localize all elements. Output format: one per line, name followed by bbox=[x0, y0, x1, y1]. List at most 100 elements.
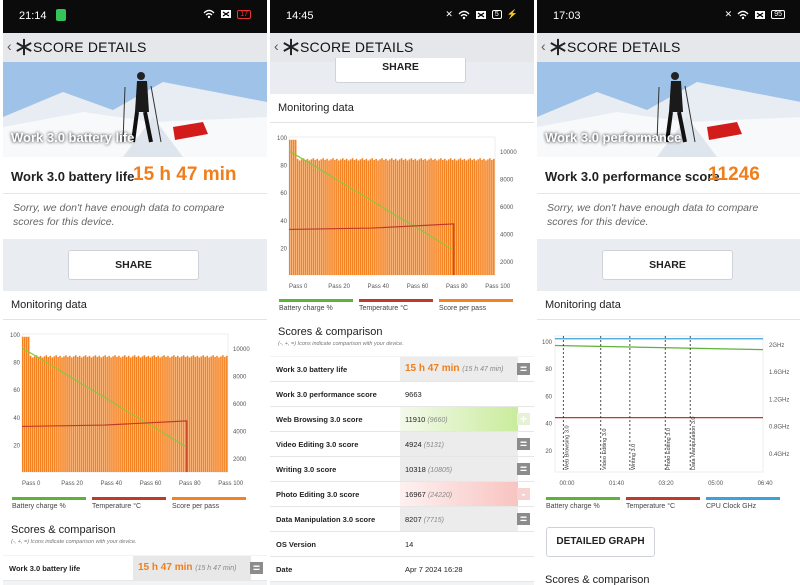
score-bar bbox=[92, 356, 95, 472]
score-bar bbox=[53, 356, 55, 472]
score-bar bbox=[461, 159, 464, 275]
score-bar bbox=[343, 159, 346, 275]
score-row[interactable]: Photo Editing 3.0 score 16967 (24220) - bbox=[270, 482, 534, 507]
score-bar bbox=[436, 160, 438, 275]
score-bar bbox=[302, 158, 305, 275]
score-row[interactable]: Video Editing 3.0 score 4924 (5131) = bbox=[270, 432, 534, 457]
score-bar bbox=[314, 159, 317, 275]
panel-battery-life: 21:14 17 ‹ SCORE DETAILS Work 3.0 batter… bbox=[3, 0, 267, 585]
back-icon[interactable]: ‹ bbox=[274, 38, 279, 54]
score-value: 11246 bbox=[708, 164, 760, 185]
minus-icon: - bbox=[517, 488, 530, 500]
row-value: 8207 (7715) bbox=[405, 515, 445, 524]
status-bar: 17:03 ✕ 95 bbox=[537, 0, 800, 33]
score-label: Work 3.0 performance score bbox=[545, 169, 720, 184]
score-row[interactable]: Data Manipulation 3.0 score 8207 (7715) … bbox=[270, 507, 534, 532]
score-bar bbox=[194, 356, 197, 472]
share-button[interactable]: SHARE bbox=[602, 250, 733, 280]
x-tick-label: Pass 20 bbox=[328, 284, 350, 290]
back-icon[interactable]: ‹ bbox=[541, 38, 546, 54]
clock: 21:14 bbox=[19, 10, 47, 22]
right-tick-label: 2GHz bbox=[769, 343, 784, 349]
score-bar bbox=[180, 356, 183, 472]
score-bar bbox=[412, 159, 415, 275]
row-label: Work 3.0 battery life bbox=[276, 365, 348, 374]
score-bar bbox=[445, 160, 448, 275]
left-tick-label: 80 bbox=[280, 164, 287, 170]
score-bar bbox=[84, 355, 87, 472]
score-row[interactable]: Web Browsing 3.0 score 11910 (9660) + bbox=[270, 407, 534, 432]
clock: 17:03 bbox=[553, 10, 581, 22]
score-bar bbox=[51, 357, 53, 472]
score-bar bbox=[359, 159, 362, 275]
score-bar bbox=[43, 356, 46, 472]
score-bar bbox=[31, 357, 34, 472]
back-icon[interactable]: ‹ bbox=[7, 38, 12, 54]
score-row[interactable]: Work 3.0 battery life 15 h 47 min (15 h … bbox=[270, 357, 534, 382]
x-tick-label: 05:00 bbox=[708, 481, 724, 487]
score-bar bbox=[336, 158, 338, 275]
left-tick-label: 100 bbox=[277, 136, 288, 142]
score-bar bbox=[428, 159, 430, 275]
score-bar bbox=[118, 355, 120, 472]
right-tick-label: 4000 bbox=[233, 430, 247, 436]
row-value-cell: 10318 (10805) bbox=[400, 457, 518, 481]
score-bar bbox=[198, 357, 201, 472]
row-label: Writing 3.0 score bbox=[276, 465, 337, 474]
score-bar bbox=[341, 158, 344, 275]
charging-icon: ⚡ bbox=[506, 9, 518, 19]
score-row[interactable]: Writing 3.0 score 10318 (10805) = bbox=[270, 457, 534, 482]
score-bar bbox=[422, 159, 424, 275]
score-row[interactable]: OS Version 14 bbox=[270, 532, 534, 557]
share-button[interactable]: SHARE bbox=[68, 250, 199, 280]
score-row-battery[interactable]: Work 3.0 battery life 15 h 47 min (15 h … bbox=[3, 556, 267, 581]
score-bar bbox=[163, 355, 165, 472]
score-bar bbox=[402, 159, 405, 275]
score-bar bbox=[361, 158, 364, 275]
row-value: 10318 (10805) bbox=[405, 465, 453, 474]
score-bar bbox=[214, 356, 216, 472]
score-bar bbox=[94, 355, 97, 472]
score-row[interactable]: Work 3.0 performance score 9663 bbox=[270, 382, 534, 407]
score-bar bbox=[373, 159, 375, 275]
score-bar bbox=[322, 158, 324, 275]
score-label: Work 3.0 battery life bbox=[11, 169, 135, 184]
row-value-cell: 8207 (7715) bbox=[400, 507, 518, 531]
equal-icon: = bbox=[517, 513, 530, 525]
share-button[interactable]: SHARE bbox=[335, 58, 466, 83]
score-bar bbox=[391, 158, 393, 275]
scores-heading: Scores & comparison bbox=[545, 574, 650, 585]
score-row[interactable]: Date Apr 7 2024 16:28 bbox=[270, 557, 534, 582]
score-bar bbox=[155, 356, 157, 472]
score-bar bbox=[22, 336, 24, 472]
score-bar bbox=[404, 158, 407, 275]
section-marker-label: Photo Editing 3.0 bbox=[666, 428, 672, 470]
row-label: Data Manipulation 3.0 score bbox=[276, 515, 376, 524]
plot-area bbox=[554, 335, 764, 473]
score-bar bbox=[312, 158, 315, 275]
section-marker-label: Writing 3.0 bbox=[631, 444, 637, 470]
right-tick-label: 10000 bbox=[500, 150, 517, 156]
detailed-graph-button[interactable]: DETAILED GRAPH bbox=[546, 527, 655, 557]
left-tick-label: 40 bbox=[13, 416, 20, 422]
wifi-icon bbox=[737, 10, 749, 19]
battery-chart: 100 80 60 40 20 10000 8000 6000 4000 2000 Pass 0 Pa… bbox=[270, 123, 534, 297]
score-bar bbox=[420, 158, 423, 275]
score-bar bbox=[479, 158, 481, 275]
score-bar bbox=[208, 357, 210, 472]
equal-icon: = bbox=[517, 363, 530, 375]
share-section: SHARE bbox=[270, 58, 534, 94]
row-label: Work 3.0 performance score bbox=[276, 390, 377, 399]
score-bar bbox=[226, 355, 228, 472]
score-bar bbox=[216, 355, 218, 472]
score-bar bbox=[298, 160, 301, 275]
score-bar bbox=[49, 355, 52, 472]
score-bar bbox=[218, 357, 220, 472]
score-bar bbox=[120, 357, 122, 472]
score-bar bbox=[169, 357, 171, 472]
right-tick-label: 1.2GHz bbox=[769, 397, 789, 403]
section-marker-label: Web Browsing 3.0 bbox=[564, 425, 570, 470]
score-bar bbox=[82, 356, 85, 472]
clock: 14:45 bbox=[286, 10, 314, 22]
score-bar bbox=[33, 356, 36, 472]
